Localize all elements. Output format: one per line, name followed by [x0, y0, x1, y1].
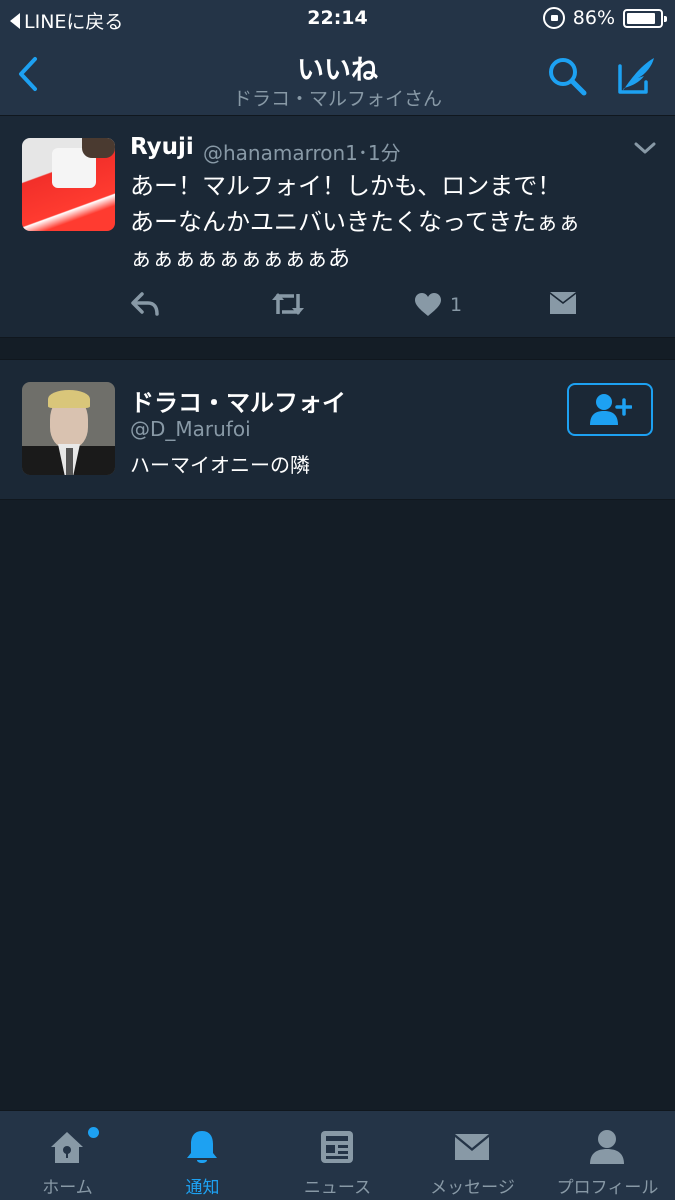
news-icon — [321, 1131, 353, 1163]
tweet-options-button[interactable] — [632, 138, 658, 158]
tab-bar: ホーム 通知 ニュース メッセージ プロフィール — [0, 1110, 675, 1200]
page: LINEに戻る 22:14 86% いいね ドラコ・マルフォイさん Ryuji … — [0, 0, 675, 1200]
status-bar: LINEに戻る 22:14 86% — [0, 0, 675, 38]
tweet-author-name[interactable]: Ryuji — [130, 134, 194, 160]
chevron-down-icon — [634, 142, 656, 154]
bell-icon — [187, 1131, 217, 1163]
battery-fill — [627, 12, 655, 24]
like-button[interactable]: 1 — [414, 290, 462, 320]
direct-message-button[interactable] — [548, 290, 578, 320]
tweet-text: あー！マルフォイ！しかも、ロンまで！ あーなんかユニバいきたくなってきたぁぁ ぁ… — [130, 168, 650, 278]
rotation-lock-icon — [542, 7, 565, 29]
heart-icon — [415, 293, 441, 316]
tab-profile-label: プロフィール — [556, 1178, 659, 1198]
follow-button[interactable] — [567, 383, 653, 436]
retweet-button[interactable] — [270, 290, 306, 320]
add-user-icon — [590, 393, 632, 425]
user-bio: ハーマイオニーの隣 — [130, 453, 310, 477]
tab-notifications[interactable]: 通知 — [135, 1111, 270, 1200]
user-handle: @D_Marufoi — [130, 417, 251, 441]
battery-percent: 86% — [572, 7, 615, 29]
reply-button[interactable] — [130, 290, 160, 320]
home-badge-dot — [88, 1127, 99, 1138]
status-right: 86% — [542, 7, 667, 29]
envelope-icon — [550, 292, 576, 314]
like-count: 1 — [450, 294, 463, 316]
tab-home-label: ホーム — [42, 1178, 93, 1198]
tweet-text-line: ぁぁぁぁぁぁぁぁぁあ — [130, 247, 351, 272]
home-icon — [51, 1132, 83, 1163]
tweet-text-line: あーなんかユニバいきたくなってきたぁぁ — [130, 208, 581, 236]
tweet-handle-time: @hanamarron1･1分 — [203, 141, 401, 165]
tab-messages-label: メッセージ — [430, 1178, 515, 1198]
reply-icon — [131, 292, 159, 316]
tab-profile[interactable]: プロフィール — [540, 1111, 675, 1200]
tab-notifications-label: 通知 — [185, 1178, 220, 1198]
person-icon — [590, 1130, 624, 1164]
search-icon — [549, 58, 587, 96]
search-button[interactable] — [545, 54, 591, 100]
tab-messages[interactable]: メッセージ — [405, 1111, 540, 1200]
tweet-text-line: あー！マルフォイ！しかも、ロンまで！ — [130, 172, 562, 200]
tab-news[interactable]: ニュース — [270, 1111, 405, 1200]
tab-news-label: ニュース — [303, 1178, 372, 1198]
compose-tweet-button[interactable] — [612, 52, 660, 100]
retweet-icon — [272, 293, 304, 315]
tab-home[interactable]: ホーム — [0, 1111, 135, 1200]
avatar[interactable] — [22, 382, 115, 475]
section-divider — [0, 338, 675, 360]
battery-icon — [623, 8, 667, 28]
avatar[interactable] — [22, 138, 115, 231]
user-name[interactable]: ドラコ・マルフォイ — [130, 383, 346, 418]
nav-bar: いいね ドラコ・マルフォイさん — [0, 38, 675, 116]
envelope-icon — [455, 1134, 489, 1160]
compose-quill-icon — [618, 58, 654, 94]
